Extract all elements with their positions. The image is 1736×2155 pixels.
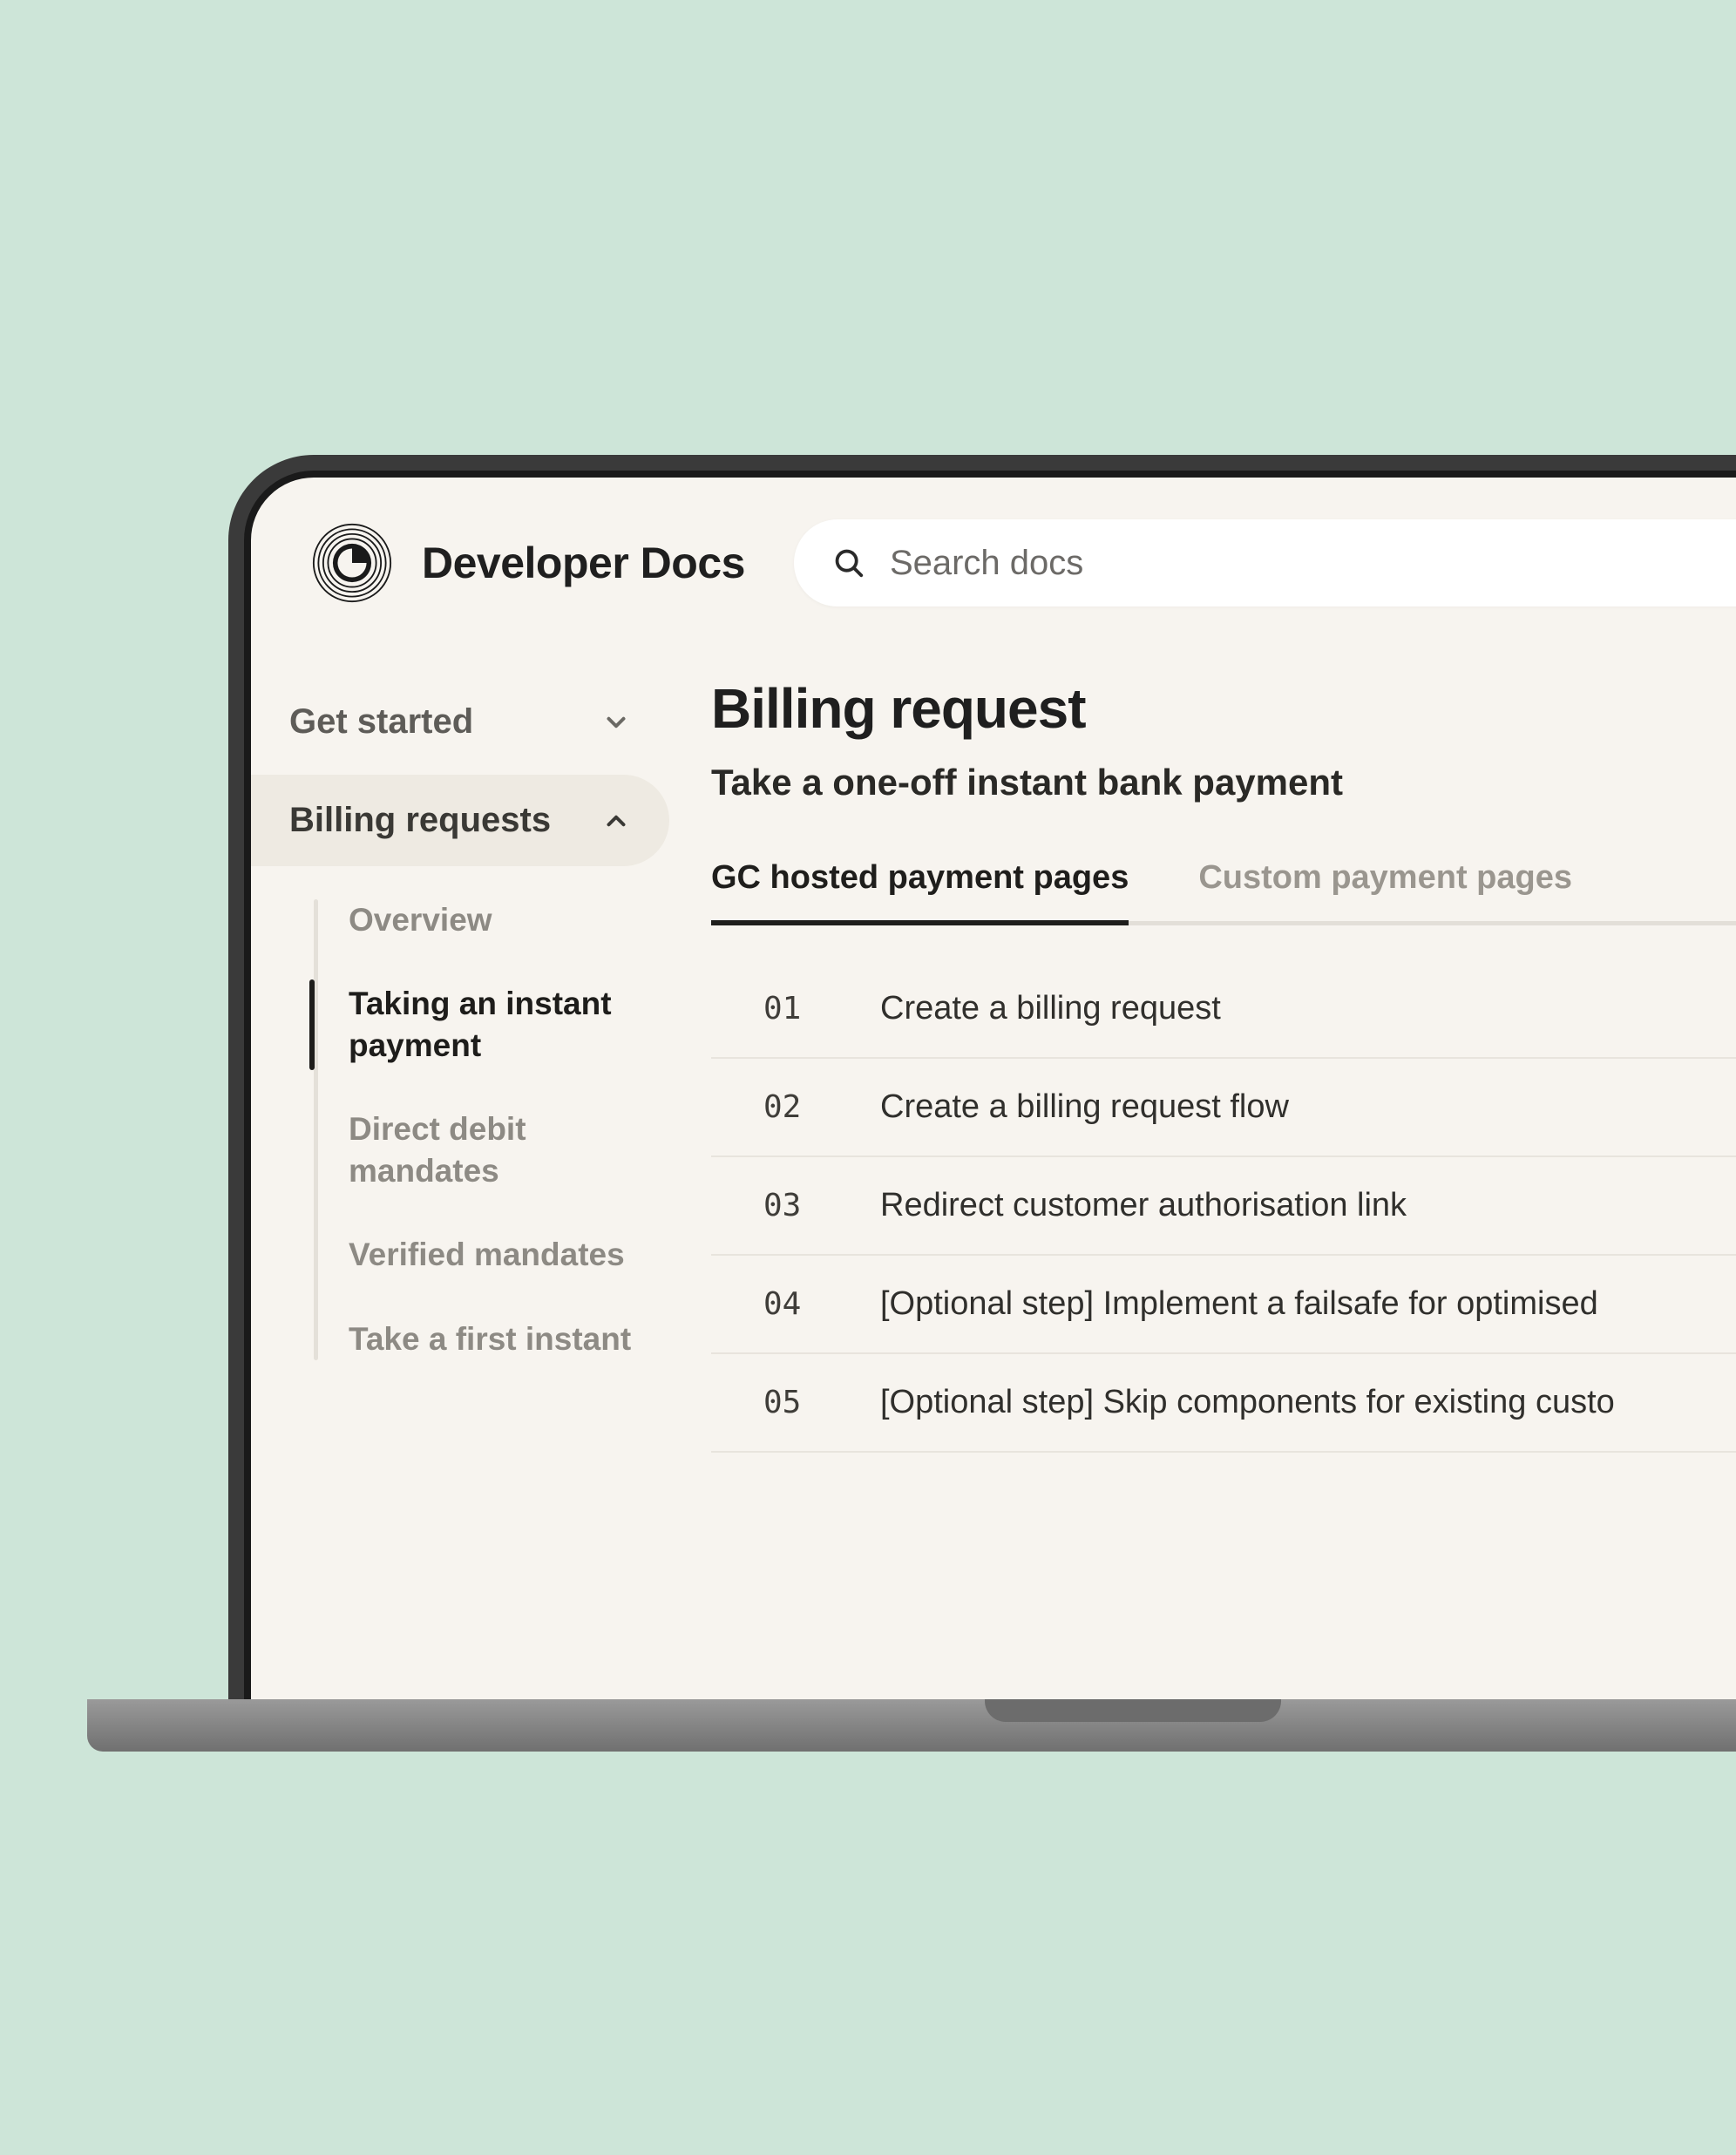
- step-label: Redirect customer authorisation link: [880, 1187, 1407, 1224]
- body: Get started Billing requests Overview Ta…: [251, 641, 1736, 1453]
- brand-title: Developer Docs: [422, 538, 745, 588]
- sidebar-item-get-started[interactable]: Get started: [251, 676, 669, 768]
- step-row[interactable]: 05 [Optional step] Skip components for e…: [711, 1354, 1736, 1453]
- sidebar-item-label: Billing requests: [289, 801, 551, 840]
- step-number: 01: [763, 991, 824, 1027]
- stage: Developer Docs Get started: [0, 0, 1736, 2155]
- subnav-direct-debit-mandates[interactable]: Direct debit mandates: [349, 1108, 669, 1192]
- step-label: [Optional step] Skip components for exis…: [880, 1384, 1615, 1421]
- search-box[interactable]: [794, 519, 1736, 607]
- step-number: 03: [763, 1188, 824, 1223]
- sidebar: Get started Billing requests Overview Ta…: [251, 676, 704, 1453]
- sidebar-item-label: Get started: [289, 702, 473, 742]
- page-subtitle: Take a one-off instant bank payment: [711, 762, 1736, 803]
- header: Developer Docs: [251, 478, 1736, 641]
- step-row[interactable]: 04 [Optional step] Implement a failsafe …: [711, 1256, 1736, 1354]
- step-row[interactable]: 03 Redirect customer authorisation link: [711, 1157, 1736, 1256]
- laptop-base: [87, 1699, 1736, 1752]
- step-label: Create a billing request flow: [880, 1088, 1289, 1126]
- step-number: 04: [763, 1286, 824, 1322]
- search-icon: [832, 546, 865, 579]
- subnav-taking-instant-payment[interactable]: Taking an instant payment: [349, 983, 669, 1067]
- page-title: Billing request: [711, 676, 1736, 741]
- step-row[interactable]: 01 Create a billing request: [711, 960, 1736, 1059]
- main-content: Billing request Take a one-off instant b…: [704, 676, 1736, 1453]
- sidebar-subnav: Overview Taking an instant payment Direc…: [314, 899, 669, 1360]
- chevron-down-icon: [601, 708, 631, 737]
- chevron-up-icon: [601, 806, 631, 836]
- step-number: 02: [763, 1089, 824, 1125]
- tab-gc-hosted[interactable]: GC hosted payment pages: [711, 859, 1129, 921]
- subnav-overview[interactable]: Overview: [349, 899, 669, 941]
- search-input[interactable]: [890, 544, 1736, 583]
- brand[interactable]: Developer Docs: [312, 523, 745, 603]
- step-row[interactable]: 02 Create a billing request flow: [711, 1059, 1736, 1157]
- step-label: [Optional step] Implement a failsafe for…: [880, 1285, 1598, 1323]
- tab-custom-pages[interactable]: Custom payment pages: [1198, 859, 1572, 921]
- subnav-verified-mandates[interactable]: Verified mandates: [349, 1234, 669, 1276]
- brand-logo-icon: [312, 523, 392, 603]
- steps-list: 01 Create a billing request 02 Create a …: [711, 960, 1736, 1453]
- step-number: 05: [763, 1385, 824, 1420]
- tabs: GC hosted payment pages Custom payment p…: [711, 859, 1736, 925]
- laptop-screen: Developer Docs Get started: [244, 471, 1736, 1734]
- sidebar-item-billing-requests[interactable]: Billing requests: [251, 775, 669, 866]
- subnav-take-first-instant[interactable]: Take a first instant: [349, 1318, 669, 1360]
- step-label: Create a billing request: [880, 990, 1221, 1027]
